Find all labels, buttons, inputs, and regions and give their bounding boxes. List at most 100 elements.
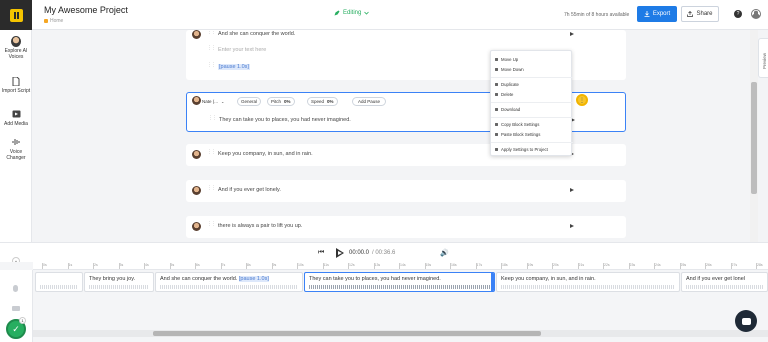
menu-item-paste-block-settings[interactable]: Paste Block Settings [495,132,540,137]
ruler-tick: 3s [118,263,124,269]
timeline-clip[interactable]: And she can conquer the world. [pause 1.… [155,272,303,292]
block-text[interactable]: And she can conquer the world. [218,31,295,37]
chat-support-icon[interactable] [735,310,757,332]
text-input-placeholder[interactable]: Enter your text here [218,47,266,53]
menu-item-label: Download [501,107,521,112]
play-line-icon[interactable] [570,32,574,36]
timeline-clip[interactable]: And if you ever get lonel [681,272,768,292]
pause-tag[interactable]: [pause 1.0s] [218,64,250,70]
menu-divider [491,117,573,118]
ruler-tick: 2s [93,263,98,269]
waveform [40,285,78,289]
menu-item-delete[interactable]: Delete [495,92,513,97]
pitch-control[interactable]: Pitch 0% [267,97,295,106]
block-text[interactable]: there is always a pair to lift you up. [218,223,302,229]
text-block[interactable]: ⋮⋮ And if you ever get lonely. [186,180,626,202]
drag-handle-icon[interactable]: ⋮⋮ [207,150,216,156]
arrow-up-icon [495,58,498,61]
block-text[interactable]: And if you ever get lonely. [218,187,281,193]
block-context-menu: Move Up Move Down Duplicate Delete Downl… [490,50,573,156]
text-block[interactable]: ⋮⋮ there is always a pair to lift you up… [186,216,626,238]
menu-item-copy-block-settings[interactable]: Copy Block Settings [495,122,539,127]
drag-handle-icon[interactable]: ⋮⋮ [207,63,216,69]
breadcrumb-home[interactable]: Home [50,18,63,24]
menu-item-apply-settings[interactable]: Apply Settings to Project [495,147,548,152]
scrollbar-thumb[interactable] [153,331,541,336]
drag-handle-icon[interactable]: ⋮⋮ [207,46,216,52]
paste-icon [495,133,498,136]
speed-control[interactable]: Speed 0% [307,97,338,106]
menu-item-move-up[interactable]: Move Up [495,57,518,62]
ruler-tick: 26s [705,263,712,269]
chevron-down-icon [364,11,370,15]
audio-track: They bring you joy. And she can conquer … [33,272,768,292]
timeline-clip-active[interactable]: They can take you to places, you had nev… [304,272,495,292]
editor-scrollbar[interactable] [750,30,758,242]
play-icon[interactable] [335,247,345,259]
timeline-clip[interactable]: Keep you company, in sun, and in rain. [496,272,680,292]
sidebar-item-import-script[interactable]: Import Script [0,76,32,94]
preview-tab[interactable]: Preview [758,38,768,78]
breadcrumb[interactable]: Home [44,18,63,24]
timeline-clip[interactable]: They bring you joy. [84,272,154,292]
player-bar: ⌄ ⏮ 00:00.0 / 00:36.6 🔊 [0,242,768,265]
drag-handle-icon[interactable]: ⋮⋮ [207,222,216,228]
play-line-icon[interactable] [570,188,574,192]
export-button[interactable]: Export [637,6,677,22]
menu-item-duplicate[interactable]: Duplicate [495,82,519,87]
ruler-tick: 11s [322,263,329,269]
drag-handle-icon[interactable]: ⋮⋮ [207,30,216,36]
clip-text: They bring you joy. [89,276,136,282]
share-button[interactable]: Share [681,6,719,22]
ruler-tick: 18s [501,263,508,269]
skip-back-icon[interactable]: ⏮ [318,249,324,257]
clip-text: Keep you company, in sun, and in rain. [501,276,596,282]
mode-dropdown[interactable]: Editing [334,10,370,16]
scrollbar-thumb[interactable] [751,82,757,194]
voice-avatar[interactable] [192,186,201,195]
block-text[interactable]: Keep you company, in sun, and in rain. [218,151,313,157]
timeline-clip[interactable] [35,272,83,292]
add-pause-label: Add Pause [358,99,381,104]
more-options-icon[interactable]: ⋮ [576,94,588,106]
ruler-tick: 1s [67,263,73,269]
ruler-tick: 21s [577,263,585,269]
project-title[interactable]: My Awesome Project [44,5,128,15]
menu-item-label: Apply Settings to Project [501,147,548,152]
timeline-scrollbar[interactable] [33,330,768,337]
ruler-tick: 14s [399,263,406,269]
help-icon[interactable]: ? [734,10,742,18]
app-root: Explore AI Voices Import Script Add Medi… [0,0,768,342]
app-logo[interactable] [0,0,32,30]
style-selector[interactable]: General [237,97,262,106]
voice-avatar[interactable] [192,150,201,159]
sidebar-item-label: Voice Changer [6,149,26,161]
block-text[interactable]: They can take you to places, you had nev… [219,117,351,123]
speed-value: 0% [327,99,334,104]
drag-handle-icon[interactable]: ⋮⋮ [207,186,216,192]
waveform [686,285,763,289]
timeline-ruler[interactable]: 0s 1s 2s 3s 4s 5s 6s 7s 8s 9s 10s 11s 12s 13s 14s 15s 16… [33,262,768,270]
export-label: Export [652,11,671,17]
volume-icon[interactable]: 🔊 [440,249,449,257]
voice-avatar[interactable] [192,30,201,39]
drag-handle-icon[interactable]: ⋮⋮ [208,116,217,122]
user-account-icon[interactable] [751,9,761,19]
menu-item-move-down[interactable]: Move Down [495,67,524,72]
voice-name: Nate (... [202,99,219,104]
sidebar-item-label: Explore AI Voices [4,48,28,60]
voice-avatar[interactable] [192,222,201,231]
sidebar-item-voice-changer[interactable]: Voice Changer [0,137,32,161]
play-line-icon[interactable] [570,224,574,228]
voice-avatar[interactable] [192,96,201,105]
menu-item-download[interactable]: Download [495,107,520,112]
menu-divider [491,102,573,103]
clip-text: And if you ever get lonel [686,276,746,282]
menu-item-label: Duplicate [501,82,519,87]
menu-divider [491,77,573,78]
clip-resize-handle[interactable] [491,273,494,291]
sidebar-item-explore-ai-voices[interactable]: Explore AI Voices [0,35,32,60]
voice-selector[interactable]: Nate (... ⌄ [202,97,225,106]
sidebar-item-add-media[interactable]: Add Media [0,109,32,127]
add-pause-button[interactable]: Add Pause [352,97,387,106]
